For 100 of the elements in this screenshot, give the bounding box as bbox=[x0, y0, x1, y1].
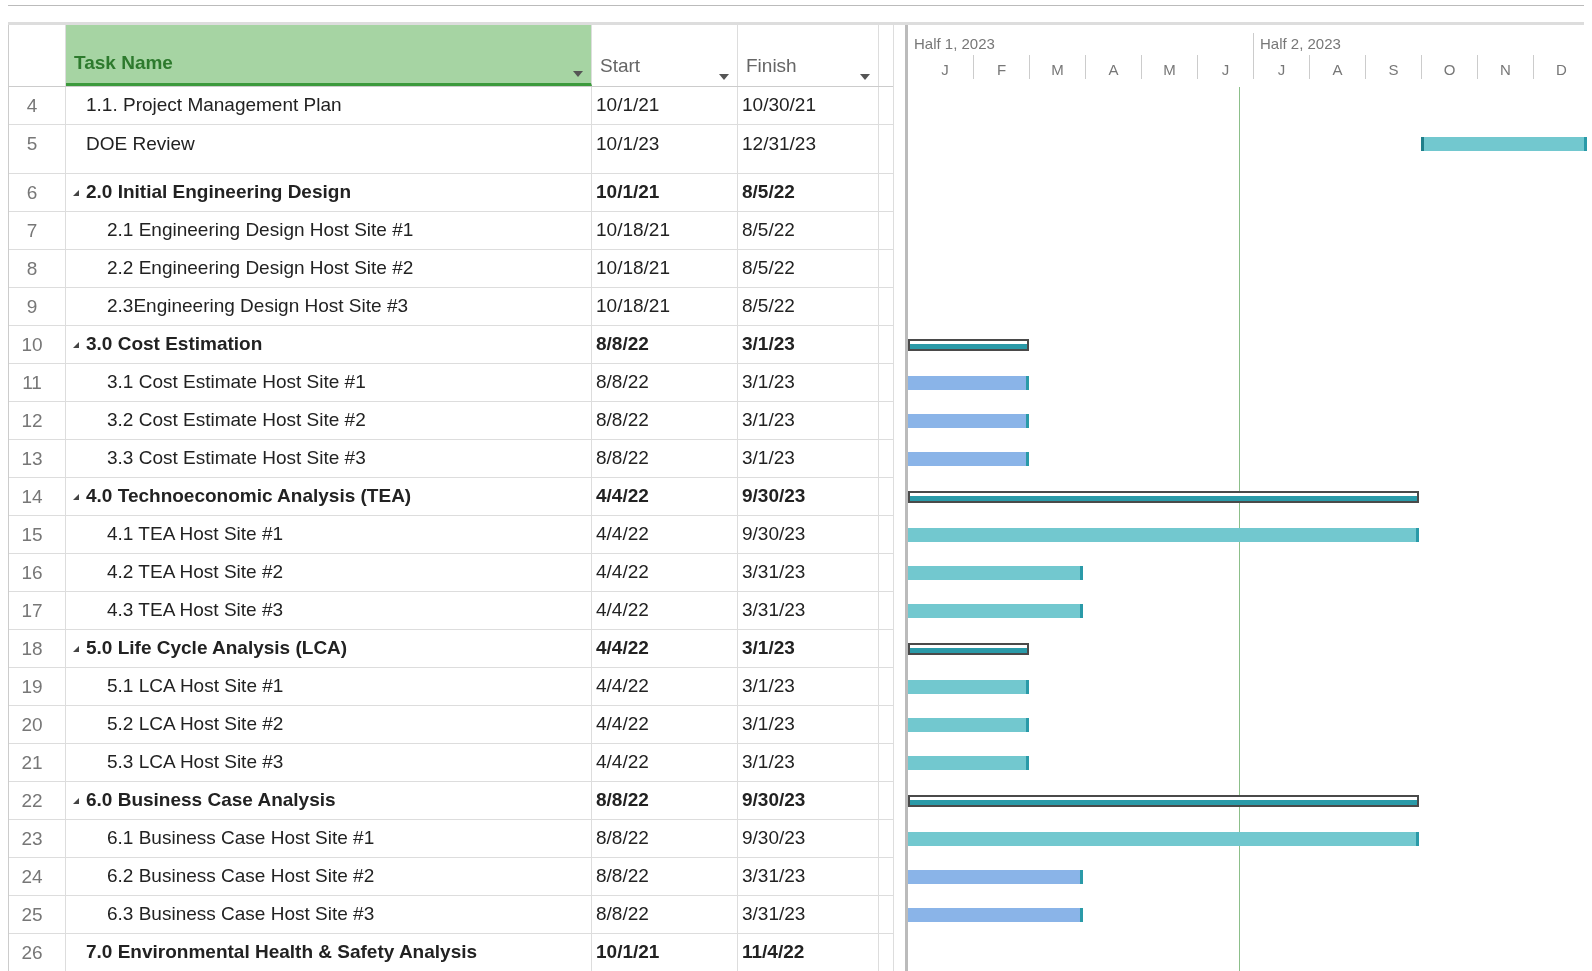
table-cell[interactable]: 10/30/21 bbox=[738, 87, 879, 124]
task-bar[interactable] bbox=[908, 908, 1084, 922]
collapse-triangle-icon[interactable] bbox=[72, 492, 80, 501]
task-bar[interactable] bbox=[908, 414, 1029, 428]
table-cell[interactable]: 6.0 Business Case Analysis bbox=[66, 782, 592, 819]
table-cell[interactable]: 9/30/23 bbox=[738, 478, 879, 515]
summary-bar[interactable] bbox=[908, 339, 1029, 351]
table-cell[interactable]: 8/8/22 bbox=[592, 858, 738, 895]
table-cell[interactable]: 8/8/22 bbox=[592, 782, 738, 819]
task-bar[interactable] bbox=[908, 832, 1420, 846]
table-cell[interactable]: 3/1/23 bbox=[738, 326, 879, 363]
summary-bar[interactable] bbox=[908, 643, 1029, 655]
task-bar[interactable] bbox=[908, 604, 1084, 618]
task-bar[interactable] bbox=[908, 566, 1084, 580]
table-cell[interactable]: DOE Review bbox=[66, 125, 592, 173]
table-cell[interactable]: 3/1/23 bbox=[738, 668, 879, 705]
dropdown-arrow-icon[interactable] bbox=[719, 74, 729, 80]
table-cell[interactable]: 8/8/22 bbox=[592, 440, 738, 477]
table-cell[interactable]: 11/4/22 bbox=[738, 934, 879, 971]
collapse-triangle-icon[interactable] bbox=[72, 340, 80, 349]
table-cell[interactable]: 9/30/23 bbox=[738, 516, 879, 553]
table-cell[interactable]: 3/31/23 bbox=[738, 896, 879, 933]
table-cell[interactable]: 4/4/22 bbox=[592, 630, 738, 667]
table-cell[interactable]: 10/18/21 bbox=[592, 250, 738, 287]
task-bar[interactable] bbox=[1421, 137, 1588, 151]
table-cell[interactable]: 10/18/21 bbox=[592, 212, 738, 249]
table-cell[interactable]: 10/1/21 bbox=[592, 87, 738, 124]
table-cell[interactable]: 3.2 Cost Estimate Host Site #2 bbox=[66, 402, 592, 439]
table-cell[interactable]: 3.0 Cost Estimation bbox=[66, 326, 592, 363]
table-cell[interactable]: 4/4/22 bbox=[592, 554, 738, 591]
table-cell[interactable]: 5.2 LCA Host Site #2 bbox=[66, 706, 592, 743]
row-number: 21 bbox=[9, 744, 66, 781]
table-cell[interactable]: 3/31/23 bbox=[738, 592, 879, 629]
task-bar[interactable] bbox=[908, 870, 1084, 884]
task-bar[interactable] bbox=[908, 376, 1029, 390]
table-cell[interactable]: 3.1 Cost Estimate Host Site #1 bbox=[66, 364, 592, 401]
table-cell[interactable]: 8/8/22 bbox=[592, 326, 738, 363]
table-cell[interactable]: 6.3 Business Case Host Site #3 bbox=[66, 896, 592, 933]
row-number: 25 bbox=[9, 896, 66, 933]
table-cell[interactable]: 2.2 Engineering Design Host Site #2 bbox=[66, 250, 592, 287]
table-cell[interactable]: 9/30/23 bbox=[738, 820, 879, 857]
table-cell[interactable]: 10/18/21 bbox=[592, 288, 738, 325]
table-cell[interactable]: 5.3 LCA Host Site #3 bbox=[66, 744, 592, 781]
table-cell[interactable]: 4/4/22 bbox=[592, 516, 738, 553]
table-cell[interactable]: 3/1/23 bbox=[738, 744, 879, 781]
summary-bar[interactable] bbox=[908, 491, 1420, 503]
row-number: 10 bbox=[9, 326, 66, 363]
table-cell[interactable]: 3.3 Cost Estimate Host Site #3 bbox=[66, 440, 592, 477]
column-header[interactable]: Start bbox=[592, 25, 738, 86]
table-cell[interactable]: 3/1/23 bbox=[738, 440, 879, 477]
table-cell[interactable]: 6.1 Business Case Host Site #1 bbox=[66, 820, 592, 857]
table-cell[interactable]: 5.0 Life Cycle Analysis (LCA) bbox=[66, 630, 592, 667]
table-cell[interactable]: 10/1/23 bbox=[592, 125, 738, 173]
table-cell[interactable]: 4.3 TEA Host Site #3 bbox=[66, 592, 592, 629]
task-bar[interactable] bbox=[908, 718, 1029, 732]
task-bar[interactable] bbox=[908, 452, 1029, 466]
table-cell[interactable]: 3/1/23 bbox=[738, 364, 879, 401]
table-cell[interactable]: 4/4/22 bbox=[592, 744, 738, 781]
table-cell[interactable]: 10/1/21 bbox=[592, 934, 738, 971]
table-cell[interactable]: 9/30/23 bbox=[738, 782, 879, 819]
table-cell[interactable]: 7.0 Environmental Health & Safety Analysis bbox=[66, 934, 592, 971]
table-cell[interactable]: 3/1/23 bbox=[738, 706, 879, 743]
table-cell[interactable]: 8/8/22 bbox=[592, 896, 738, 933]
collapse-triangle-icon[interactable] bbox=[72, 644, 80, 653]
table-cell[interactable]: 8/5/22 bbox=[738, 212, 879, 249]
table-cell[interactable]: 3/1/23 bbox=[738, 630, 879, 667]
table-cell[interactable]: 4.1 TEA Host Site #1 bbox=[66, 516, 592, 553]
task-bar[interactable] bbox=[908, 756, 1029, 770]
table-cell[interactable]: 4/4/22 bbox=[592, 668, 738, 705]
table-cell[interactable]: 8/5/22 bbox=[738, 174, 879, 211]
table-cell[interactable]: 3/31/23 bbox=[738, 554, 879, 591]
table-cell[interactable]: 4/4/22 bbox=[592, 478, 738, 515]
table-cell[interactable]: 4.0 Technoeconomic Analysis (TEA) bbox=[66, 478, 592, 515]
table-cell[interactable]: 3/1/23 bbox=[738, 402, 879, 439]
collapse-triangle-icon[interactable] bbox=[72, 188, 80, 197]
dropdown-arrow-icon[interactable] bbox=[573, 71, 583, 77]
table-cell[interactable]: 8/8/22 bbox=[592, 402, 738, 439]
table-cell[interactable]: 8/5/22 bbox=[738, 288, 879, 325]
dropdown-arrow-icon[interactable] bbox=[860, 74, 870, 80]
table-cell[interactable]: 4/4/22 bbox=[592, 706, 738, 743]
table-cell[interactable]: 3/31/23 bbox=[738, 858, 879, 895]
table-cell[interactable]: 4/4/22 bbox=[592, 592, 738, 629]
table-cell[interactable]: 5.1 LCA Host Site #1 bbox=[66, 668, 592, 705]
table-cell[interactable]: 8/8/22 bbox=[592, 364, 738, 401]
summary-bar[interactable] bbox=[908, 795, 1420, 807]
table-cell[interactable]: 2.1 Engineering Design Host Site #1 bbox=[66, 212, 592, 249]
table-cell[interactable]: 8/8/22 bbox=[592, 820, 738, 857]
column-header[interactable]: Finish bbox=[738, 25, 879, 86]
collapse-triangle-icon[interactable] bbox=[72, 796, 80, 805]
task-bar[interactable] bbox=[908, 680, 1029, 694]
table-cell[interactable]: 12/31/23 bbox=[738, 125, 879, 173]
table-cell[interactable]: 8/5/22 bbox=[738, 250, 879, 287]
task-bar[interactable] bbox=[908, 528, 1420, 542]
table-cell[interactable]: 2.0 Initial Engineering Design bbox=[66, 174, 592, 211]
table-cell[interactable]: 6.2 Business Case Host Site #2 bbox=[66, 858, 592, 895]
month-label: A bbox=[1085, 55, 1141, 79]
table-cell[interactable]: 4.2 TEA Host Site #2 bbox=[66, 554, 592, 591]
table-cell[interactable]: 10/1/21 bbox=[592, 174, 738, 211]
table-cell[interactable]: 2.3Engineering Design Host Site #3 bbox=[66, 288, 592, 325]
table-cell[interactable]: 1.1. Project Management Plan bbox=[66, 87, 592, 124]
